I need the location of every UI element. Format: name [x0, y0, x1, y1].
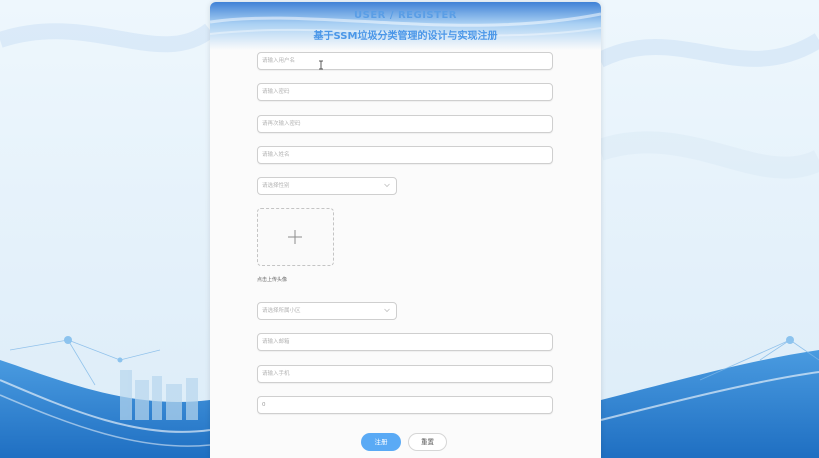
- username-input[interactable]: 请输入用户名: [257, 52, 553, 70]
- page-title-cn: 基于SSM垃圾分类管理的设计与实现注册: [313, 31, 498, 42]
- password-input[interactable]: 请输入密码: [257, 83, 553, 101]
- gender-select-placeholder: 请选择性别: [262, 183, 290, 189]
- register-panel: USER / REGISTER 基于SSM垃圾分类管理的设计与实现注册 请输入用…: [210, 2, 601, 458]
- district-select[interactable]: 请选择所属小区: [257, 302, 397, 320]
- name-input[interactable]: 请输入姓名: [257, 146, 553, 164]
- district-select-placeholder: 请选择所属小区: [262, 308, 301, 314]
- phone-input[interactable]: 请输入手机: [257, 365, 553, 383]
- gender-select[interactable]: 请选择性别: [257, 177, 397, 195]
- plus-icon: [288, 230, 302, 244]
- reset-button[interactable]: 重置: [408, 433, 447, 451]
- email-input[interactable]: 请输入邮箱: [257, 333, 553, 351]
- page-title-en: USER / REGISTER: [354, 10, 457, 21]
- chevron-down-icon: [384, 308, 390, 313]
- chevron-down-icon: [384, 183, 390, 188]
- register-button[interactable]: 注册: [361, 433, 401, 451]
- balance-input[interactable]: 0: [257, 396, 553, 414]
- confirm-password-input[interactable]: 请再次输入密码: [257, 115, 553, 133]
- avatar-upload-label: 点击上传头像: [257, 277, 288, 283]
- avatar-upload-box[interactable]: [257, 208, 334, 266]
- text-cursor-icon: [319, 60, 323, 70]
